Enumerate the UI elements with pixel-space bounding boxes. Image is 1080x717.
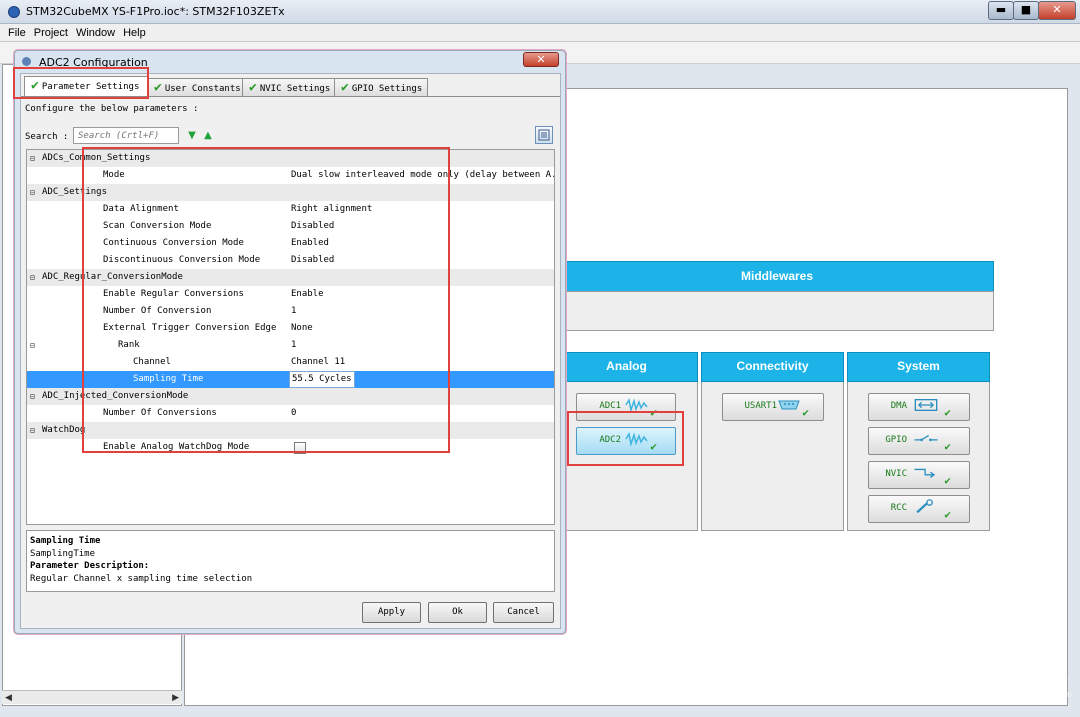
cancel-button[interactable]: Cancel	[493, 602, 554, 623]
analog-header: Analog	[555, 352, 698, 382]
collapse-icon[interactable]: ⊟	[30, 150, 35, 167]
check-icon: ✔	[802, 406, 809, 419]
menu-window[interactable]: Window	[76, 24, 115, 42]
watchdog-checkbox[interactable]	[294, 442, 306, 454]
configure-label: Configure the below parameters :	[25, 104, 199, 114]
close-button[interactable]: ✕	[1038, 1, 1076, 20]
tab-parameter-settings[interactable]: ✔ Parameter Settings	[24, 76, 149, 98]
gpio-button[interactable]: GPIO ✔	[868, 427, 970, 455]
app-icon	[8, 6, 20, 18]
search-input[interactable]	[73, 127, 179, 144]
menu-project[interactable]: Project	[34, 24, 68, 42]
middlewares-panel	[560, 291, 994, 331]
usart1-button[interactable]: USART1 ✔	[722, 393, 824, 421]
waveform-icon	[625, 397, 648, 413]
tree-row-selected[interactable]: Sampling Time 55.5 Cycles	[27, 371, 554, 388]
sampling-time-value[interactable]: 55.5 Cycles	[289, 371, 355, 388]
tree-row[interactable]: Mode Dual slow interleaved mode only (del…	[27, 167, 554, 184]
adc2-configuration-dialog: ADC2 Configuration ✕ ✔ Parameter Settings…	[14, 50, 566, 634]
parameter-tree: ⊟ ADCs_Common_Settings Mode Dual slow inte…	[26, 149, 555, 525]
interrupt-arrow-icon	[914, 468, 936, 478]
scroll-left-icon[interactable]: ◀	[5, 691, 12, 705]
window-title: STM32CubeMX YS-F1Pro.ioc*: STM32F103ZETx	[26, 5, 285, 18]
serial-port-icon	[778, 400, 800, 410]
check-icon: ✔	[650, 406, 657, 419]
tree-row[interactable]: Discontinuous Conversion Mode Disabled	[27, 252, 554, 269]
tree-section[interactable]: ⊟ ADC_Regular_ConversionMode	[27, 269, 554, 286]
maximize-button[interactable]: ■	[1013, 1, 1039, 20]
menu-file[interactable]: File	[8, 24, 26, 42]
tree-row[interactable]: Enable Analog WatchDog Mode	[27, 439, 554, 456]
search-up-arrow-icon[interactable]: ▲	[202, 130, 214, 142]
apply-button[interactable]: Apply	[362, 602, 421, 623]
main-title-bar: STM32CubeMX YS-F1Pro.ioc*: STM32F103ZETx…	[0, 0, 1080, 24]
collapse-icon[interactable]: ⊟	[30, 388, 35, 405]
dialog-close-button[interactable]: ✕	[523, 52, 559, 67]
tree-row[interactable]: ⊟ Rank 1	[27, 337, 554, 354]
expand-all-button[interactable]	[535, 126, 553, 144]
check-icon: ✔	[944, 406, 951, 419]
watermark-logo: 21ic 中国电子网 www.21ic.com	[924, 664, 1072, 706]
nvic-button[interactable]: NVIC ✔	[868, 461, 970, 489]
middlewares-header: Middlewares	[560, 261, 994, 293]
minimize-button[interactable]: ▬	[988, 1, 1014, 20]
search-label: Search :	[25, 132, 69, 142]
menu-help[interactable]: Help	[123, 24, 146, 42]
description-text: Regular Channel x sampling time selectio…	[30, 573, 253, 584]
description-title: Sampling Time	[30, 536, 101, 546]
horizontal-scrollbar[interactable]: ◀ ▶	[2, 690, 182, 704]
connectivity-header: Connectivity	[701, 352, 844, 382]
tree-row[interactable]: Number Of Conversion 1	[27, 303, 554, 320]
check-icon: ✔	[341, 80, 349, 95]
collapse-icon[interactable]: ⊟	[30, 269, 35, 286]
check-icon: ✔	[31, 78, 39, 93]
dma-icon	[914, 399, 938, 411]
tree-row[interactable]: Channel Channel 11	[27, 354, 554, 371]
tree-row[interactable]: Data Alignment Right alignment	[27, 201, 554, 218]
description-label: Parameter Description:	[30, 561, 150, 571]
tree-section[interactable]: ⊟ ADC_Settings	[27, 184, 554, 201]
list-icon	[538, 129, 550, 141]
tree-row[interactable]: Continuous Conversion Mode Enabled	[27, 235, 554, 252]
check-icon: ✔	[249, 80, 257, 95]
check-icon: ✔	[944, 508, 951, 521]
tab-user-constants[interactable]: ✔ User Constants	[147, 78, 244, 97]
switch-icon	[914, 434, 938, 442]
search-down-arrow-icon[interactable]: ▼	[186, 130, 198, 142]
check-icon: ✔	[650, 440, 657, 453]
collapse-icon[interactable]: ⊟	[30, 337, 35, 354]
dialog-title-bar: ADC2 Configuration	[15, 51, 565, 71]
tab-nvic-settings[interactable]: ✔ NVIC Settings	[242, 78, 336, 97]
collapse-icon[interactable]: ⊟	[30, 422, 35, 439]
tree-section[interactable]: ⊟ WatchDog	[27, 422, 554, 439]
tree-row[interactable]: External Trigger Conversion Edge None	[27, 320, 554, 337]
check-icon: ✔	[154, 80, 162, 95]
collapse-icon[interactable]: ⊟	[30, 184, 35, 201]
adc2-button[interactable]: ADC2 ✔	[576, 427, 676, 455]
parameter-description-panel: Sampling Time SamplingTime Parameter Des…	[26, 530, 555, 592]
tree-section[interactable]: ⊟ ADCs_Common_Settings	[27, 150, 554, 167]
tree-section[interactable]: ⊟ ADC_Injected_ConversionMode	[27, 388, 554, 405]
tree-row[interactable]: Scan Conversion Mode Disabled	[27, 218, 554, 235]
scroll-right-icon[interactable]: ▶	[172, 691, 179, 705]
dialog-title: ADC2 Configuration	[39, 56, 148, 69]
rcc-button[interactable]: RCC ✔	[868, 495, 970, 523]
tab-gpio-settings[interactable]: ✔ GPIO Settings	[334, 78, 428, 97]
dialog-icon	[22, 57, 31, 66]
tree-row[interactable]: Number Of Conversions 0	[27, 405, 554, 422]
dma-button[interactable]: DMA ✔	[868, 393, 970, 421]
tree-row[interactable]: Enable Regular Conversions Enable	[27, 286, 554, 303]
adc1-button[interactable]: ADC1 ✔	[576, 393, 676, 421]
dialog-body: ✔ Parameter Settings ✔ User Constants ✔ NVI…	[20, 73, 561, 629]
waveform-icon	[625, 431, 648, 447]
menu-bar: File Project Window Help	[0, 24, 1080, 42]
tab-divider	[21, 96, 560, 97]
wrench-icon	[916, 499, 933, 514]
check-icon: ✔	[944, 474, 951, 487]
system-header: System	[847, 352, 990, 382]
check-icon: ✔	[944, 440, 951, 453]
description-param-id: SamplingTime	[30, 548, 96, 559]
ok-button[interactable]: Ok	[428, 602, 487, 623]
